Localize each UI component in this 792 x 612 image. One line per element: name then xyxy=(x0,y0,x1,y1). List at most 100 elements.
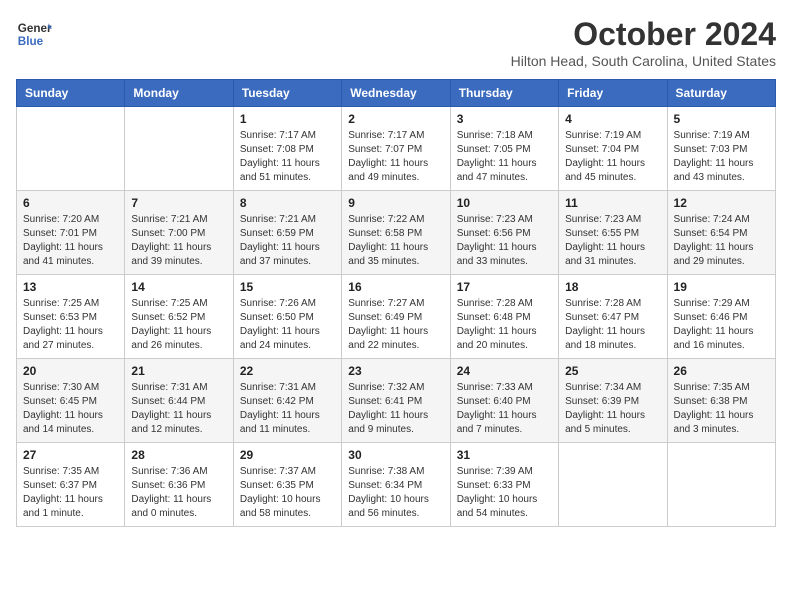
calendar-cell xyxy=(17,107,125,191)
calendar-cell: 21 Sunrise: 7:31 AMSunset: 6:44 PMDaylig… xyxy=(125,359,233,443)
day-detail: Sunrise: 7:26 AMSunset: 6:50 PMDaylight:… xyxy=(240,298,320,351)
calendar-cell: 10 Sunrise: 7:23 AMSunset: 6:56 PMDaylig… xyxy=(450,191,558,275)
day-number: 11 xyxy=(565,196,660,210)
page-header: General Blue October 2024 Hilton Head, S… xyxy=(16,16,776,69)
day-detail: Sunrise: 7:19 AMSunset: 7:03 PMDaylight:… xyxy=(674,130,754,183)
calendar-cell: 12 Sunrise: 7:24 AMSunset: 6:54 PMDaylig… xyxy=(667,191,775,275)
calendar-week-3: 13 Sunrise: 7:25 AMSunset: 6:53 PMDaylig… xyxy=(17,275,776,359)
day-detail: Sunrise: 7:18 AMSunset: 7:05 PMDaylight:… xyxy=(457,130,537,183)
day-number: 29 xyxy=(240,448,335,462)
day-number: 24 xyxy=(457,364,552,378)
calendar-cell xyxy=(667,443,775,527)
calendar-week-5: 27 Sunrise: 7:35 AMSunset: 6:37 PMDaylig… xyxy=(17,443,776,527)
day-number: 19 xyxy=(674,280,769,294)
day-number: 27 xyxy=(23,448,118,462)
calendar-cell: 7 Sunrise: 7:21 AMSunset: 7:00 PMDayligh… xyxy=(125,191,233,275)
day-detail: Sunrise: 7:35 AMSunset: 6:38 PMDaylight:… xyxy=(674,382,754,435)
day-detail: Sunrise: 7:34 AMSunset: 6:39 PMDaylight:… xyxy=(565,382,645,435)
svg-text:Blue: Blue xyxy=(18,35,44,48)
day-number: 10 xyxy=(457,196,552,210)
calendar-cell: 28 Sunrise: 7:36 AMSunset: 6:36 PMDaylig… xyxy=(125,443,233,527)
calendar-cell: 31 Sunrise: 7:39 AMSunset: 6:33 PMDaylig… xyxy=(450,443,558,527)
weekday-header-wednesday: Wednesday xyxy=(342,80,450,107)
day-detail: Sunrise: 7:31 AMSunset: 6:42 PMDaylight:… xyxy=(240,382,320,435)
weekday-header-monday: Monday xyxy=(125,80,233,107)
day-detail: Sunrise: 7:25 AMSunset: 6:53 PMDaylight:… xyxy=(23,298,103,351)
calendar-cell: 22 Sunrise: 7:31 AMSunset: 6:42 PMDaylig… xyxy=(233,359,341,443)
day-detail: Sunrise: 7:36 AMSunset: 6:36 PMDaylight:… xyxy=(131,466,211,519)
calendar-cell: 3 Sunrise: 7:18 AMSunset: 7:05 PMDayligh… xyxy=(450,107,558,191)
day-detail: Sunrise: 7:17 AMSunset: 7:08 PMDaylight:… xyxy=(240,130,320,183)
calendar-cell: 29 Sunrise: 7:37 AMSunset: 6:35 PMDaylig… xyxy=(233,443,341,527)
day-detail: Sunrise: 7:39 AMSunset: 6:33 PMDaylight:… xyxy=(457,466,538,519)
calendar-header: SundayMondayTuesdayWednesdayThursdayFrid… xyxy=(17,80,776,107)
day-detail: Sunrise: 7:28 AMSunset: 6:47 PMDaylight:… xyxy=(565,298,645,351)
day-detail: Sunrise: 7:29 AMSunset: 6:46 PMDaylight:… xyxy=(674,298,754,351)
calendar-cell: 11 Sunrise: 7:23 AMSunset: 6:55 PMDaylig… xyxy=(559,191,667,275)
calendar-cell: 16 Sunrise: 7:27 AMSunset: 6:49 PMDaylig… xyxy=(342,275,450,359)
title-area: October 2024 Hilton Head, South Carolina… xyxy=(511,16,776,69)
calendar-cell: 26 Sunrise: 7:35 AMSunset: 6:38 PMDaylig… xyxy=(667,359,775,443)
day-number: 12 xyxy=(674,196,769,210)
day-detail: Sunrise: 7:32 AMSunset: 6:41 PMDaylight:… xyxy=(348,382,428,435)
calendar-cell xyxy=(125,107,233,191)
month-title: October 2024 xyxy=(511,16,776,53)
day-number: 1 xyxy=(240,112,335,126)
calendar-cell: 13 Sunrise: 7:25 AMSunset: 6:53 PMDaylig… xyxy=(17,275,125,359)
day-detail: Sunrise: 7:25 AMSunset: 6:52 PMDaylight:… xyxy=(131,298,211,351)
calendar-cell: 5 Sunrise: 7:19 AMSunset: 7:03 PMDayligh… xyxy=(667,107,775,191)
calendar-cell: 27 Sunrise: 7:35 AMSunset: 6:37 PMDaylig… xyxy=(17,443,125,527)
day-detail: Sunrise: 7:20 AMSunset: 7:01 PMDaylight:… xyxy=(23,214,103,267)
day-detail: Sunrise: 7:17 AMSunset: 7:07 PMDaylight:… xyxy=(348,130,428,183)
day-number: 14 xyxy=(131,280,226,294)
day-number: 18 xyxy=(565,280,660,294)
weekday-header-saturday: Saturday xyxy=(667,80,775,107)
weekday-row: SundayMondayTuesdayWednesdayThursdayFrid… xyxy=(17,80,776,107)
day-number: 23 xyxy=(348,364,443,378)
weekday-header-thursday: Thursday xyxy=(450,80,558,107)
day-number: 31 xyxy=(457,448,552,462)
day-detail: Sunrise: 7:21 AMSunset: 6:59 PMDaylight:… xyxy=(240,214,320,267)
logo: General Blue xyxy=(16,16,52,52)
calendar-cell: 20 Sunrise: 7:30 AMSunset: 6:45 PMDaylig… xyxy=(17,359,125,443)
day-number: 5 xyxy=(674,112,769,126)
calendar-cell: 9 Sunrise: 7:22 AMSunset: 6:58 PMDayligh… xyxy=(342,191,450,275)
day-number: 6 xyxy=(23,196,118,210)
day-detail: Sunrise: 7:28 AMSunset: 6:48 PMDaylight:… xyxy=(457,298,537,351)
calendar-cell: 1 Sunrise: 7:17 AMSunset: 7:08 PMDayligh… xyxy=(233,107,341,191)
calendar-cell: 25 Sunrise: 7:34 AMSunset: 6:39 PMDaylig… xyxy=(559,359,667,443)
day-number: 7 xyxy=(131,196,226,210)
day-detail: Sunrise: 7:38 AMSunset: 6:34 PMDaylight:… xyxy=(348,466,429,519)
calendar-cell: 24 Sunrise: 7:33 AMSunset: 6:40 PMDaylig… xyxy=(450,359,558,443)
day-number: 4 xyxy=(565,112,660,126)
day-detail: Sunrise: 7:37 AMSunset: 6:35 PMDaylight:… xyxy=(240,466,321,519)
day-detail: Sunrise: 7:31 AMSunset: 6:44 PMDaylight:… xyxy=(131,382,211,435)
day-number: 9 xyxy=(348,196,443,210)
day-number: 25 xyxy=(565,364,660,378)
day-number: 16 xyxy=(348,280,443,294)
calendar-cell: 6 Sunrise: 7:20 AMSunset: 7:01 PMDayligh… xyxy=(17,191,125,275)
day-number: 21 xyxy=(131,364,226,378)
calendar-week-1: 1 Sunrise: 7:17 AMSunset: 7:08 PMDayligh… xyxy=(17,107,776,191)
calendar-cell: 2 Sunrise: 7:17 AMSunset: 7:07 PMDayligh… xyxy=(342,107,450,191)
calendar-cell: 19 Sunrise: 7:29 AMSunset: 6:46 PMDaylig… xyxy=(667,275,775,359)
calendar-week-4: 20 Sunrise: 7:30 AMSunset: 6:45 PMDaylig… xyxy=(17,359,776,443)
calendar-table: SundayMondayTuesdayWednesdayThursdayFrid… xyxy=(16,79,776,527)
logo-icon: General Blue xyxy=(16,16,52,52)
day-number: 8 xyxy=(240,196,335,210)
calendar-cell: 23 Sunrise: 7:32 AMSunset: 6:41 PMDaylig… xyxy=(342,359,450,443)
day-number: 20 xyxy=(23,364,118,378)
calendar-body: 1 Sunrise: 7:17 AMSunset: 7:08 PMDayligh… xyxy=(17,107,776,527)
day-detail: Sunrise: 7:35 AMSunset: 6:37 PMDaylight:… xyxy=(23,466,103,519)
calendar-cell: 8 Sunrise: 7:21 AMSunset: 6:59 PMDayligh… xyxy=(233,191,341,275)
calendar-week-2: 6 Sunrise: 7:20 AMSunset: 7:01 PMDayligh… xyxy=(17,191,776,275)
day-detail: Sunrise: 7:23 AMSunset: 6:55 PMDaylight:… xyxy=(565,214,645,267)
day-detail: Sunrise: 7:30 AMSunset: 6:45 PMDaylight:… xyxy=(23,382,103,435)
calendar-cell: 30 Sunrise: 7:38 AMSunset: 6:34 PMDaylig… xyxy=(342,443,450,527)
day-number: 26 xyxy=(674,364,769,378)
calendar-cell: 15 Sunrise: 7:26 AMSunset: 6:50 PMDaylig… xyxy=(233,275,341,359)
calendar-cell: 18 Sunrise: 7:28 AMSunset: 6:47 PMDaylig… xyxy=(559,275,667,359)
day-detail: Sunrise: 7:27 AMSunset: 6:49 PMDaylight:… xyxy=(348,298,428,351)
day-number: 3 xyxy=(457,112,552,126)
weekday-header-tuesday: Tuesday xyxy=(233,80,341,107)
